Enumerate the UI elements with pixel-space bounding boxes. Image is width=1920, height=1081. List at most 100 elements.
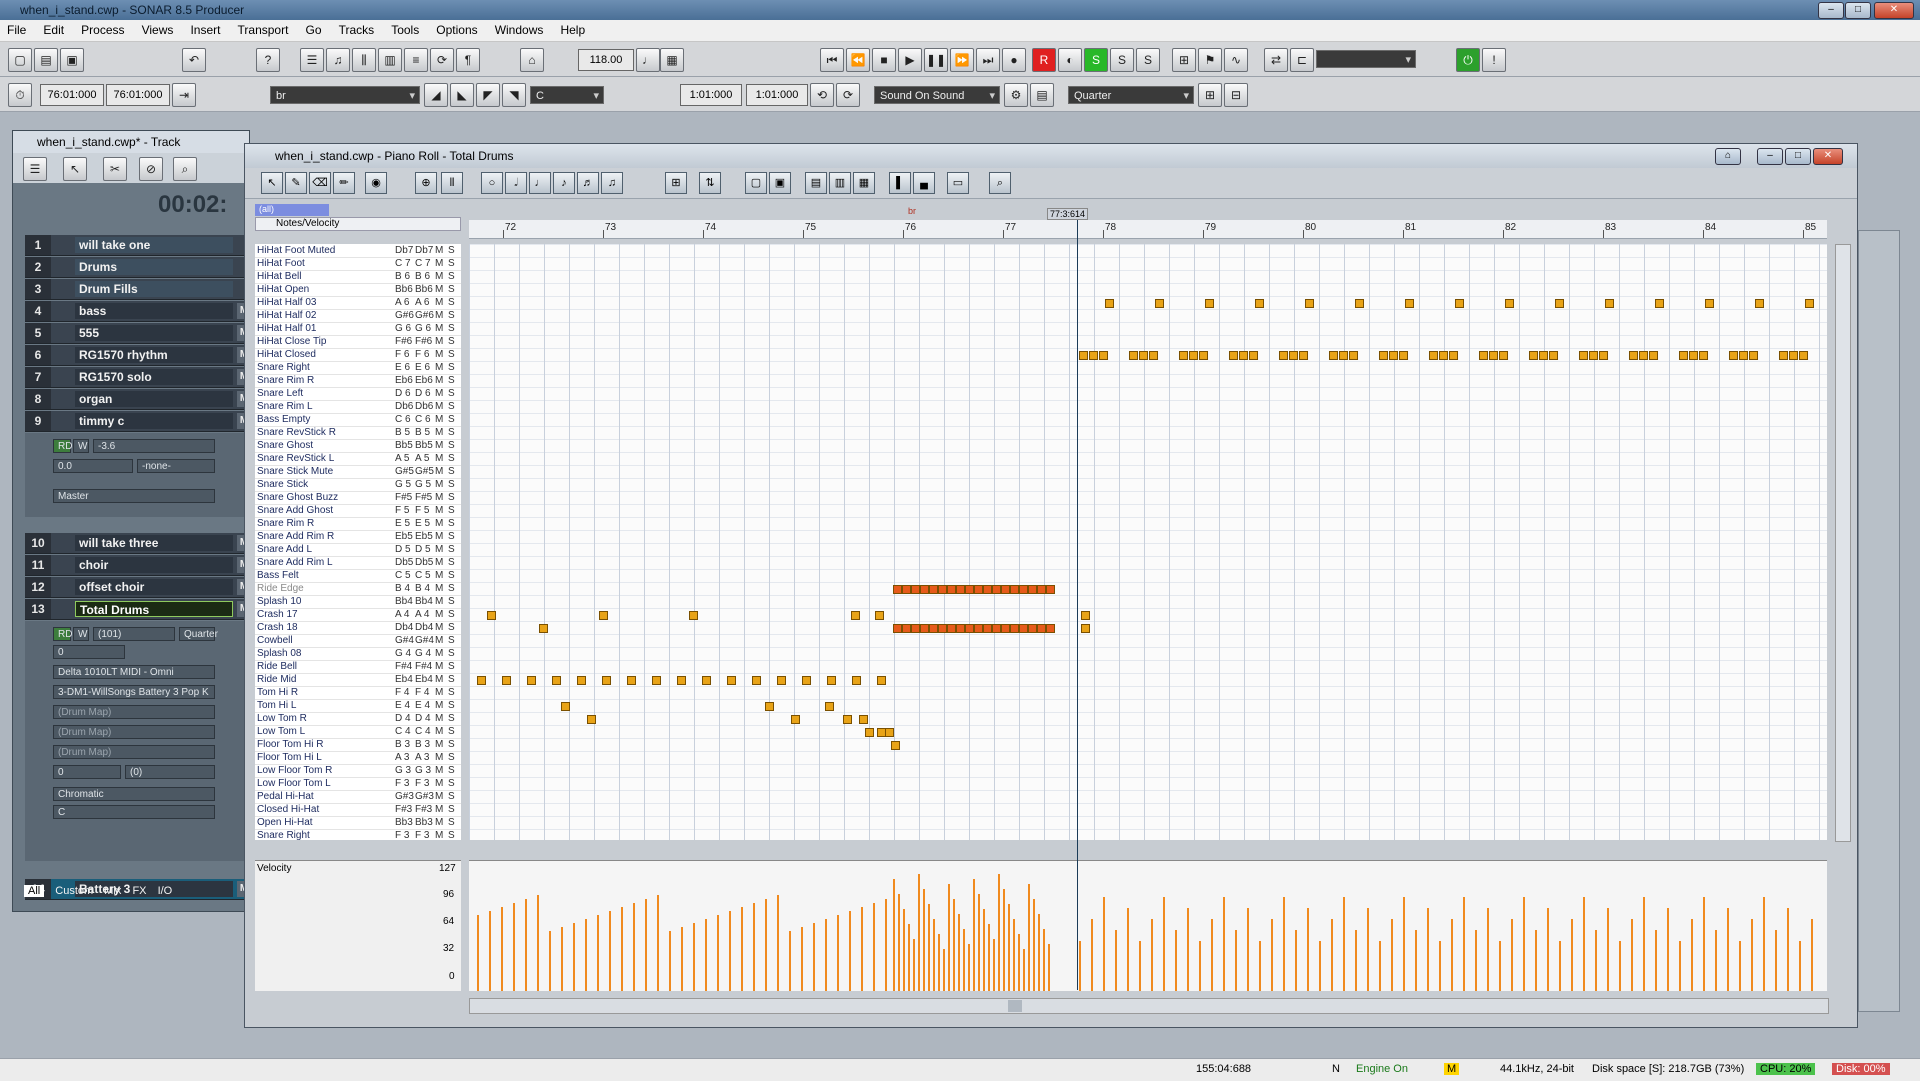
midi-note[interactable]	[1429, 351, 1438, 360]
key-mute-button[interactable]: M	[435, 673, 446, 686]
midi-note[interactable]	[929, 624, 938, 633]
input-note[interactable]: Db6	[395, 400, 413, 413]
midi-note[interactable]	[825, 702, 834, 711]
vertical-scrollbar[interactable]	[1835, 244, 1851, 842]
grid-settings-icon[interactable]: ⊟	[1224, 83, 1248, 107]
velocity-bar[interactable]	[729, 911, 731, 991]
midi-note[interactable]	[1579, 351, 1588, 360]
velocity-bar[interactable]	[1391, 919, 1393, 991]
midi-note[interactable]	[911, 585, 920, 594]
track-8[interactable]: 8organM	[25, 389, 255, 410]
midi-note[interactable]	[627, 676, 636, 685]
velocity-bar[interactable]	[1283, 897, 1285, 991]
take-lanes-icon[interactable]: ▤	[1030, 83, 1054, 107]
menu-process[interactable]: Process	[74, 20, 131, 37]
input-note[interactable]: E 6	[395, 361, 413, 374]
input-note[interactable]: C 4	[395, 725, 413, 738]
drum-map-patch[interactable]: (Drum Map)	[53, 745, 215, 759]
input-note[interactable]: Bb6	[395, 283, 413, 296]
track-view-icon[interactable]: ☰	[300, 48, 324, 72]
key-mute-button[interactable]: M	[435, 530, 446, 543]
preset-dropdown[interactable]	[1316, 50, 1416, 69]
midi-note[interactable]	[1089, 351, 1098, 360]
output-note[interactable]: G#3	[415, 790, 434, 803]
midi-note[interactable]	[1649, 351, 1658, 360]
output-note[interactable]: G#4	[415, 634, 434, 647]
key-solo-button[interactable]: S	[448, 452, 459, 465]
velocity-bar[interactable]	[1739, 941, 1741, 991]
velocity-bar[interactable]	[1199, 941, 1201, 991]
velocity-bar[interactable]	[973, 879, 975, 991]
midi-note[interactable]	[1605, 299, 1614, 308]
drum-key-row[interactable]: Snare Add Rim L Db5 Db5 M S	[255, 556, 461, 570]
drum-key-row[interactable]: HiHat Open Bb6 Bb6 M S	[255, 283, 461, 297]
drum-key-row[interactable]: Crash 18 Db4 Db4 M S	[255, 621, 461, 635]
output-note[interactable]: B 5	[415, 426, 433, 439]
track-name[interactable]: 555	[75, 325, 233, 341]
key-solo-button[interactable]: S	[448, 751, 459, 764]
drum-key-row[interactable]: Tom Hi LE 4E 4MS	[255, 699, 461, 713]
key-mute-button[interactable]: M	[435, 764, 446, 777]
save-icon[interactable]: ▣	[60, 48, 84, 72]
velocity-bar[interactable]	[1571, 919, 1573, 991]
input-note[interactable]: D 5	[395, 543, 413, 556]
marker-dropdown[interactable]: br	[270, 86, 420, 105]
midi-note[interactable]	[1739, 351, 1748, 360]
tempo-field[interactable]: 118.00	[578, 49, 634, 71]
maximize-button[interactable]: □	[1845, 2, 1871, 19]
midi-note[interactable]	[929, 585, 938, 594]
velocity-bar[interactable]	[923, 889, 925, 991]
menu-tracks[interactable]: Tracks	[332, 20, 382, 37]
velocity-bar[interactable]	[1799, 941, 1801, 991]
velocity-bar[interactable]	[1235, 930, 1237, 991]
marker-add-icon[interactable]: ◢	[424, 83, 448, 107]
velocity-bar[interactable]	[477, 915, 479, 991]
midi-note[interactable]	[1499, 351, 1508, 360]
midi-note[interactable]	[1455, 299, 1464, 308]
loop-end-field[interactable]: 1:01:000	[746, 84, 808, 106]
piano-roll-minimize-button[interactable]: –	[1757, 148, 1783, 165]
midi-note[interactable]	[689, 611, 698, 620]
track-12[interactable]: 12offset choirM	[25, 577, 255, 598]
menu-file[interactable]: File	[0, 20, 33, 37]
velocity-bar[interactable]	[1367, 908, 1369, 991]
drum-key-row[interactable]: Snare Add Ghost F 5F 5MS	[255, 504, 461, 518]
key-mute-button[interactable]: M	[435, 491, 446, 504]
midi-note[interactable]	[587, 715, 596, 724]
midi-note[interactable]	[1699, 351, 1708, 360]
key-mute-button[interactable]: M	[435, 309, 446, 322]
midi-note[interactable]	[1028, 624, 1037, 633]
midi-note[interactable]	[891, 741, 900, 750]
velocity-bar[interactable]	[1559, 941, 1561, 991]
play-icon[interactable]: ▶	[898, 48, 922, 72]
read-automation-button[interactable]: RD	[53, 439, 72, 453]
input-note[interactable]: Db7	[395, 244, 413, 257]
fast-forward-icon[interactable]: ⏩	[950, 48, 974, 72]
mute-tool-icon[interactable]: ⊘	[139, 157, 163, 181]
piano-roll-close-button[interactable]: ✕	[1813, 148, 1843, 165]
input-note[interactable]: F#3	[395, 803, 413, 816]
key-mute-button[interactable]: M	[435, 790, 446, 803]
track-pane-icon[interactable]: ▌	[889, 172, 911, 194]
input-note[interactable]: G 6	[395, 322, 413, 335]
input-note[interactable]: C 6	[395, 413, 413, 426]
velocity-bar[interactable]	[1307, 908, 1309, 991]
new-file-icon[interactable]: ▢	[8, 48, 32, 72]
midi-note[interactable]	[1529, 351, 1538, 360]
console-icon[interactable]: ⫼	[352, 48, 376, 72]
velocity-bar[interactable]	[1691, 919, 1693, 991]
midi-note[interactable]	[1279, 351, 1288, 360]
velocity-bar[interactable]	[928, 904, 930, 991]
time-ruler[interactable]: 72 73 74 75 76 77 78 79 80 81 82 83 84 85	[469, 220, 1827, 239]
staff-view-icon[interactable]: ♫	[326, 48, 350, 72]
output-note[interactable]: Eb4	[415, 673, 433, 686]
velocity-bar[interactable]	[908, 924, 910, 991]
midi-note[interactable]	[1019, 624, 1028, 633]
time-set-icon[interactable]: ⇥	[172, 83, 196, 107]
midi-note[interactable]	[652, 676, 661, 685]
key-mute-button[interactable]: M	[435, 582, 446, 595]
key-mute-button[interactable]: M	[435, 413, 446, 426]
key-mute-button[interactable]: M	[435, 439, 446, 452]
output-note[interactable]: A 4	[415, 608, 433, 621]
inline-pane-icon[interactable]: ▭	[947, 172, 969, 194]
